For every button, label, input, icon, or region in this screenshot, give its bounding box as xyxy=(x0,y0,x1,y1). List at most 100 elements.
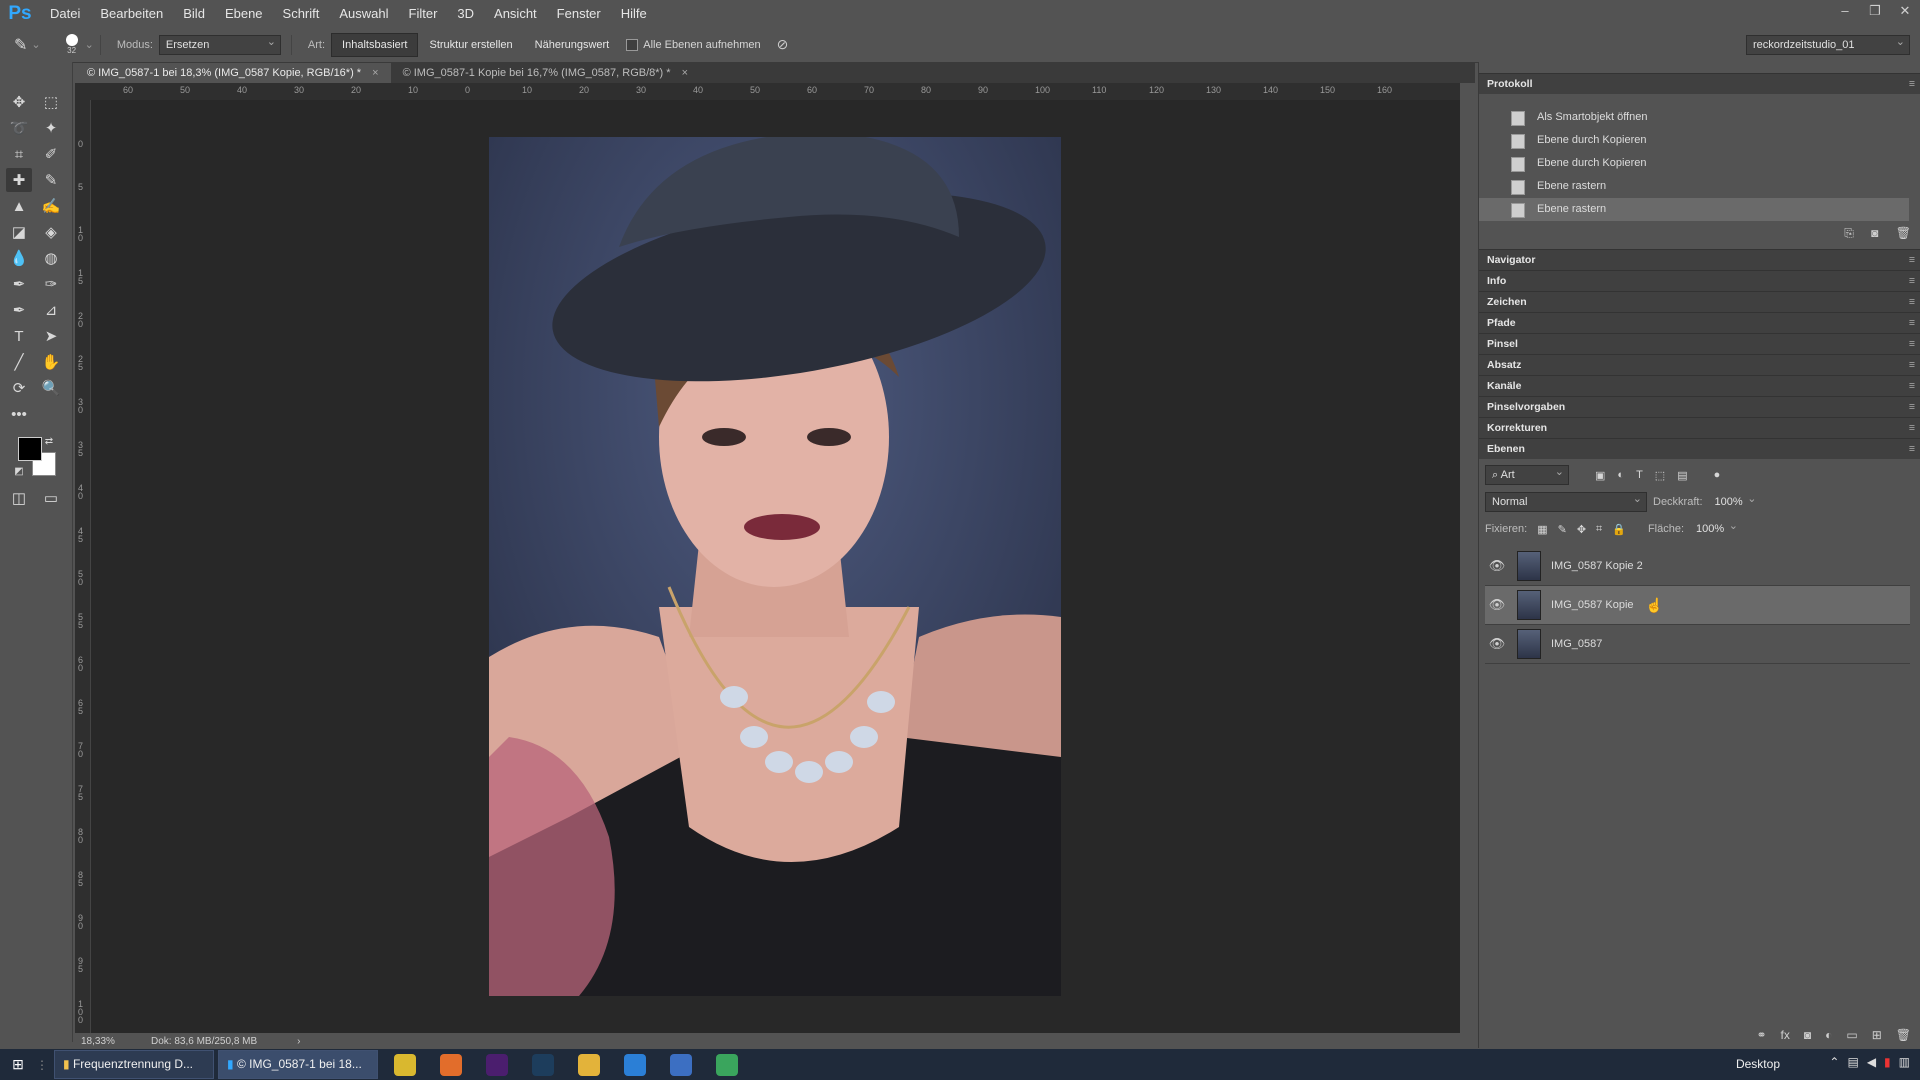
task-button-explorer[interactable]: ▮ Frequenztrennung D... xyxy=(54,1050,214,1079)
move-tool-icon[interactable]: ✥ xyxy=(6,90,32,114)
fill-input[interactable]: 100% xyxy=(1690,517,1742,538)
image-filter-icon[interactable]: ▣ xyxy=(1595,469,1605,482)
brush-preset[interactable]: 32 xyxy=(61,33,83,56)
document-image[interactable] xyxy=(489,137,1061,996)
layer-name[interactable]: IMG_0587 Kopie 2 xyxy=(1551,560,1643,572)
history-item[interactable]: Ebene rastern xyxy=(1479,175,1909,198)
close-icon[interactable]: × xyxy=(682,67,688,79)
panel-menu-icon[interactable]: ≡ xyxy=(1909,271,1915,291)
panel-absatz[interactable]: Absatz ≡ xyxy=(1479,354,1920,375)
marquee-tool-icon[interactable]: ⬚ xyxy=(38,90,64,114)
healing-brush-tool-icon[interactable]: ✎ xyxy=(14,35,27,55)
eye-icon[interactable]: 👁 xyxy=(1485,558,1509,574)
snapshot-icon[interactable]: ◙ xyxy=(1871,226,1878,240)
stamp-tool-icon[interactable]: ▲ xyxy=(6,194,32,218)
panel-menu-icon[interactable]: ≡ xyxy=(1909,334,1915,354)
pressure-icon[interactable]: ⊘ xyxy=(777,36,789,53)
layers-panel-header[interactable]: Ebenen ≡ xyxy=(1479,438,1920,459)
naeherungswert-button[interactable]: Näherungswert xyxy=(524,33,621,57)
healing-brush-tool-icon[interactable]: ✚ xyxy=(6,168,32,192)
eyedropper-tool-icon[interactable]: ✐ xyxy=(38,142,64,166)
type-filter-icon[interactable]: T xyxy=(1636,469,1643,481)
history-item[interactable]: Ebene durch Kopieren xyxy=(1479,152,1909,175)
ruler-left[interactable]: 0 5 1 0 1 5 2 0 2 5 3 0 3 5 4 0 4 5 5 0 5 5 6 0 6 5 7 … xyxy=(75,100,91,1040)
tab-document-2[interactable]: © IMG_0587-1 Kopie bei 16,7% (IMG_0587, … xyxy=(390,63,701,83)
opacity-input[interactable]: 100% xyxy=(1709,490,1761,511)
anchor-tool-icon[interactable]: ⊿ xyxy=(38,298,64,322)
tray-app-icon[interactable]: ▥ xyxy=(1899,1055,1910,1069)
layer-row[interactable]: 👁 IMG_0587 Kopie 2 xyxy=(1485,547,1910,586)
menu-fenster[interactable]: Fenster xyxy=(547,6,611,21)
foreground-color-swatch[interactable] xyxy=(18,437,42,461)
panel-menu-icon[interactable]: ≡ xyxy=(1909,74,1915,94)
blur-tool-icon[interactable]: 💧 xyxy=(6,246,32,270)
panel-menu-icon[interactable]: ≡ xyxy=(1909,292,1915,312)
premiere-icon[interactable] xyxy=(486,1053,508,1076)
lock-position-icon[interactable]: ✥ xyxy=(1577,523,1586,536)
gradient-tool-icon[interactable]: ◈ xyxy=(38,220,64,244)
new-layer-icon[interactable]: ⊞ xyxy=(1872,1028,1882,1042)
history-panel-header[interactable]: Protokoll ≡ xyxy=(1479,73,1920,94)
pen-tool-icon[interactable]: ✒ xyxy=(6,272,32,296)
tab-document-1[interactable]: © IMG_0587-1 bei 18,3% (IMG_0587 Kopie, … xyxy=(75,63,391,83)
menu-3d[interactable]: 3D xyxy=(447,6,484,21)
close-icon[interactable]: ✕ xyxy=(1890,0,1920,22)
task-button-photoshop[interactable]: ▮ © IMG_0587-1 bei 18... xyxy=(218,1050,378,1079)
brush-tool-icon[interactable]: ✎ xyxy=(38,168,64,192)
chevron-down-icon[interactable]: ⌄ xyxy=(31,38,40,51)
panel-menu-icon[interactable]: ≡ xyxy=(1909,397,1915,417)
swap-colors-icon[interactable]: ⇄ xyxy=(42,434,56,448)
history-item-selected[interactable]: Ebene rastern xyxy=(1479,198,1909,221)
fx-icon[interactable]: fx xyxy=(1781,1028,1790,1042)
panel-menu-icon[interactable]: ≡ xyxy=(1909,418,1915,438)
minimize-icon[interactable]: – xyxy=(1830,0,1860,22)
history-item[interactable]: Ebene durch Kopieren xyxy=(1479,129,1909,152)
chevron-down-icon[interactable]: ⌄ xyxy=(85,38,94,51)
sun-app-icon[interactable] xyxy=(394,1053,416,1076)
lock-pixels-icon[interactable]: ✎ xyxy=(1558,523,1567,536)
screen-mode-icon[interactable]: ▭ xyxy=(38,486,64,510)
panel-zeichen[interactable]: Zeichen ≡ xyxy=(1479,291,1920,312)
firefox-icon[interactable] xyxy=(440,1053,462,1076)
layer-name[interactable]: IMG_0587 Kopie xyxy=(1551,599,1634,611)
panel-menu-icon[interactable]: ≡ xyxy=(1909,439,1915,459)
adobe-icon[interactable]: ▮ xyxy=(1884,1055,1891,1069)
menu-bearbeiten[interactable]: Bearbeiten xyxy=(90,6,173,21)
zoom-level[interactable]: 18,33% xyxy=(81,1036,141,1047)
eraser-tool-icon[interactable]: ◪ xyxy=(6,220,32,244)
panel-menu-icon[interactable]: ≡ xyxy=(1909,355,1915,375)
layer-name[interactable]: IMG_0587 xyxy=(1551,638,1602,650)
smartobject-filter-icon[interactable]: ▤ xyxy=(1677,469,1687,482)
struktur-erstellen-button[interactable]: Struktur erstellen xyxy=(418,33,523,57)
desktop-label[interactable]: Desktop xyxy=(1736,1057,1780,1071)
lock-all-icon[interactable]: 🔒 xyxy=(1612,523,1626,536)
volume-icon[interactable]: ◀ xyxy=(1867,1055,1876,1069)
crop-tool-icon[interactable]: ⌗ xyxy=(6,142,32,166)
menu-bild[interactable]: Bild xyxy=(173,6,215,21)
panel-menu-icon[interactable]: ≡ xyxy=(1909,376,1915,396)
add-mask-icon[interactable]: ◙ xyxy=(1804,1028,1811,1042)
default-colors-icon[interactable]: ◩ xyxy=(12,464,26,478)
zoom-tool-icon[interactable]: 🔍 xyxy=(38,376,64,400)
panel-kanaele[interactable]: Kanäle ≡ xyxy=(1479,375,1920,396)
files-icon[interactable] xyxy=(578,1053,600,1076)
globe-icon[interactable] xyxy=(624,1053,646,1076)
trash-icon[interactable]: 🗑 xyxy=(1896,1028,1911,1042)
menu-ansicht[interactable]: Ansicht xyxy=(484,6,547,21)
menu-ebene[interactable]: Ebene xyxy=(215,6,273,21)
link-layers-icon[interactable]: ⚭ xyxy=(1756,1028,1766,1042)
all-layers-checkbox[interactable] xyxy=(626,38,639,51)
panel-menu-icon[interactable]: ≡ xyxy=(1909,250,1915,270)
trash-icon[interactable]: 🗑 xyxy=(1896,226,1911,240)
panel-korrekturen[interactable]: Korrekturen ≡ xyxy=(1479,417,1920,438)
restore-icon[interactable]: ❐ xyxy=(1860,0,1890,22)
chrome-icon[interactable] xyxy=(716,1053,738,1076)
status-arrow-icon[interactable]: › xyxy=(297,1036,300,1047)
network-icon[interactable]: ▤ xyxy=(1847,1055,1858,1069)
panel-pinselvorgaben[interactable]: Pinselvorgaben ≡ xyxy=(1479,396,1920,417)
type-tool-icon[interactable]: T xyxy=(6,324,32,348)
app-icon[interactable] xyxy=(670,1053,692,1076)
panel-info[interactable]: Info ≡ xyxy=(1479,270,1920,291)
more-tools-icon[interactable]: ••• xyxy=(6,402,32,426)
menu-schrift[interactable]: Schrift xyxy=(273,6,330,21)
